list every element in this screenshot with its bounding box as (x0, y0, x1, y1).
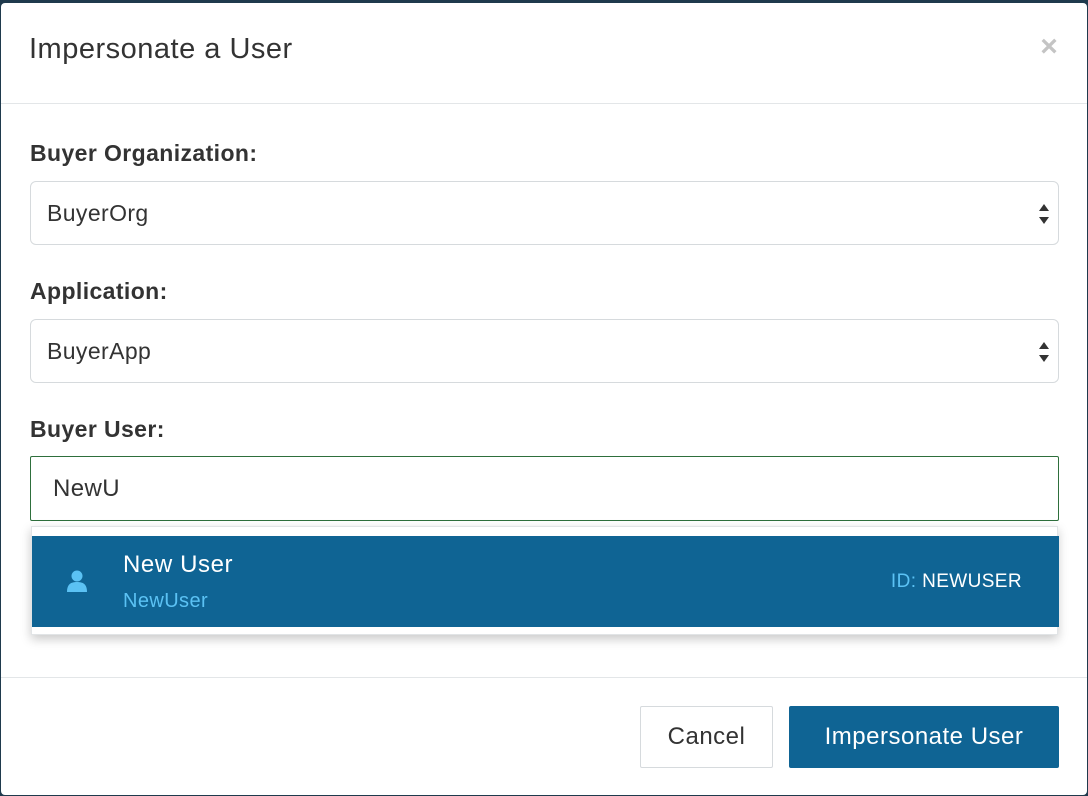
buyer-user-label: Buyer User: (30, 416, 165, 442)
application-select[interactable]: BuyerApp (30, 319, 1059, 383)
application-value: BuyerApp (47, 338, 152, 364)
buyer-organization-select[interactable]: BuyerOrg (30, 181, 1059, 245)
suggestion-name: New User (123, 551, 234, 578)
suggestion-item[interactable]: New User NewUser ID: NEWUSER (32, 536, 1059, 627)
application-label: Application: (30, 278, 168, 304)
modal-title: Impersonate a User (29, 33, 293, 65)
close-icon[interactable]: × (1035, 32, 1063, 62)
user-icon (67, 570, 87, 592)
buyer-organization-label: Buyer Organization: (30, 140, 258, 166)
modal-header: Impersonate a User × (1, 3, 1087, 104)
impersonate-user-button[interactable]: Impersonate User (789, 706, 1059, 768)
cancel-button[interactable]: Cancel (640, 706, 773, 768)
buyer-organization-value: BuyerOrg (47, 200, 149, 226)
suggestion-id-value: NEWUSER (922, 571, 1022, 592)
impersonate-user-modal: Impersonate a User × Buyer Organization:… (1, 3, 1087, 795)
user-suggestions-dropdown: New User NewUser ID: NEWUSER (31, 526, 1059, 635)
select-arrows-icon (1039, 342, 1049, 362)
select-arrows-icon (1039, 204, 1049, 224)
suggestion-id: ID: NEWUSER (891, 571, 1022, 593)
suggestion-id-label: ID: (890, 571, 917, 592)
suggestion-username: NewUser (123, 590, 209, 612)
buyer-user-input[interactable] (30, 456, 1059, 521)
modal-footer: Cancel Impersonate User (1, 677, 1087, 795)
